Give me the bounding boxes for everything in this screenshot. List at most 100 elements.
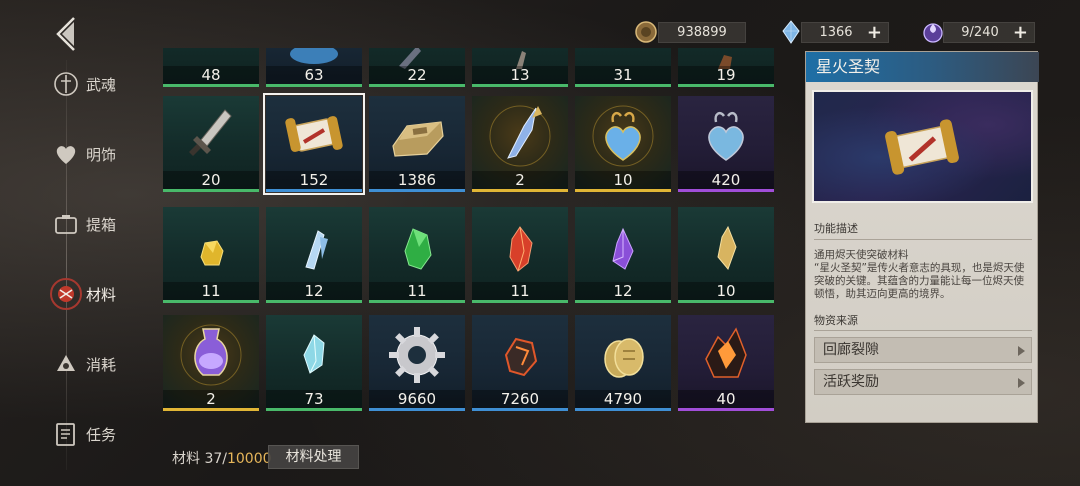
sidebar-item-consumable[interactable]: 消耗: [48, 342, 158, 386]
item-slot[interactable]: 10: [575, 96, 671, 192]
item-slot[interactable]: 22: [369, 48, 465, 87]
rarity-bar: [369, 300, 465, 303]
scroll-icon: [266, 96, 362, 174]
item-count: 4790: [575, 390, 671, 408]
rarity-bar: [575, 84, 671, 87]
item-count: 10: [575, 171, 671, 189]
rarity-bar: [369, 408, 465, 411]
rarity-bar: [678, 189, 774, 192]
rarity-bar: [163, 84, 259, 87]
item-slot[interactable]: 12: [575, 207, 671, 303]
rarity-bar: [472, 408, 568, 411]
item-slot[interactable]: 13: [472, 48, 568, 87]
item-slot[interactable]: 48: [163, 48, 259, 87]
rarity-bar: [678, 408, 774, 411]
potion-icon: [163, 315, 259, 393]
item-slot[interactable]: 19: [678, 48, 774, 87]
item-count: 31: [575, 66, 671, 84]
item-slot[interactable]: 7260: [472, 315, 568, 411]
fire-crystal-icon: [678, 315, 774, 393]
item-slot[interactable]: 11: [472, 207, 568, 303]
item-count: 11: [163, 282, 259, 300]
item-slot[interactable]: 420: [678, 96, 774, 192]
material-capacity-current: 材料 37/: [172, 451, 227, 467]
rarity-bar: [678, 84, 774, 87]
lava-rock-icon: [472, 315, 568, 393]
item-count: 1386: [369, 171, 465, 189]
sidebar-item-label: 消耗: [86, 355, 117, 374]
item-slot[interactable]: 10: [678, 207, 774, 303]
material-capacity-max: 10000: [226, 451, 272, 467]
add-crystal-button[interactable]: +: [867, 23, 882, 44]
topaz-icon: [678, 207, 774, 285]
function-heading: 功能描述: [814, 222, 858, 235]
item-count: 22: [369, 66, 465, 84]
item-slot[interactable]: 9660: [369, 315, 465, 411]
rarity-bar: [266, 84, 362, 87]
scroll-icon: [885, 119, 959, 175]
stamina-value: 9/240: [961, 25, 999, 40]
item-slot[interactable]: 12: [266, 207, 362, 303]
material-process-button[interactable]: 材料处理: [268, 445, 359, 469]
heart-gem-icon: [575, 96, 671, 174]
sidebar-item-materials[interactable]: 材料: [48, 272, 158, 316]
consumable-icon: [48, 346, 84, 382]
sidebar-item-task[interactable]: 任务: [48, 412, 158, 456]
rarity-bar: [575, 408, 671, 411]
back-button[interactable]: [50, 14, 86, 54]
rarity-bar: [266, 189, 362, 192]
rarity-bar: [575, 300, 671, 303]
rarity-bar: [266, 300, 362, 303]
item-slot[interactable]: 20: [163, 96, 259, 192]
item-title: 星火圣契: [806, 52, 1039, 82]
add-stamina-button[interactable]: +: [1013, 23, 1028, 44]
sidebar-item-soul[interactable]: 武魂: [48, 62, 158, 106]
item-slot[interactable]: 40: [678, 315, 774, 411]
rarity-bar: [472, 300, 568, 303]
source-corridor-rift[interactable]: 回廊裂隙: [814, 337, 1032, 363]
item-count: 2: [163, 390, 259, 408]
item-count: 11: [472, 282, 568, 300]
back-arrow-icon: [56, 17, 75, 51]
item-count: 20: [163, 171, 259, 189]
item-count: 63: [266, 66, 362, 84]
rarity-bar: [369, 189, 465, 192]
item-slot[interactable]: 11: [163, 207, 259, 303]
rarity-bar: [472, 189, 568, 192]
item-slot[interactable]: 2: [472, 96, 568, 192]
gold-ore-icon: [163, 207, 259, 285]
item-count: 19: [678, 66, 774, 84]
item-count: 48: [163, 66, 259, 84]
sidebar-item-ornament[interactable]: 明饰: [48, 132, 158, 176]
task-icon: [48, 416, 84, 452]
item-description: 通用烬天使突破材料 “星火圣契”是传火者意志的具现，也是烬天使突破的关键。其蕴含…: [814, 249, 1025, 300]
source-activity-reward[interactable]: 活跃奖励: [814, 369, 1032, 395]
item-preview: [812, 90, 1033, 203]
item-detail-panel: 星火圣契 功能描述 通用烬天使突破材料 “星火圣契”是传火者意志的具现，也是烬天…: [805, 51, 1039, 423]
emerald-icon: [369, 207, 465, 285]
item-count: 40: [678, 390, 774, 408]
item-slot[interactable]: 11: [369, 207, 465, 303]
soul-icon: [48, 66, 84, 102]
item-slot[interactable]: 4790: [575, 315, 671, 411]
item-count: 2: [472, 171, 568, 189]
item-count: 152: [266, 171, 362, 189]
materials-icon: [48, 276, 84, 312]
item-slot[interactable]: 1386: [369, 96, 465, 192]
chevron-right-icon: [1018, 346, 1025, 356]
gold-coin-stack-icon: [575, 315, 671, 393]
sidebar-item-box[interactable]: 提箱: [48, 202, 158, 246]
dagger-icon: [163, 96, 259, 174]
item-slot-selected[interactable]: 152: [263, 93, 365, 195]
sidebar-item-label: 任务: [86, 425, 117, 444]
rarity-bar: [472, 84, 568, 87]
box-icon: [48, 206, 84, 242]
rarity-bar: [575, 189, 671, 192]
item-slot[interactable]: 2: [163, 315, 259, 411]
rarity-bar: [163, 300, 259, 303]
item-count: 12: [266, 282, 362, 300]
item-count: 12: [575, 282, 671, 300]
item-slot[interactable]: 73: [266, 315, 362, 411]
item-slot[interactable]: 31: [575, 48, 671, 87]
item-slot[interactable]: 63: [266, 48, 362, 87]
